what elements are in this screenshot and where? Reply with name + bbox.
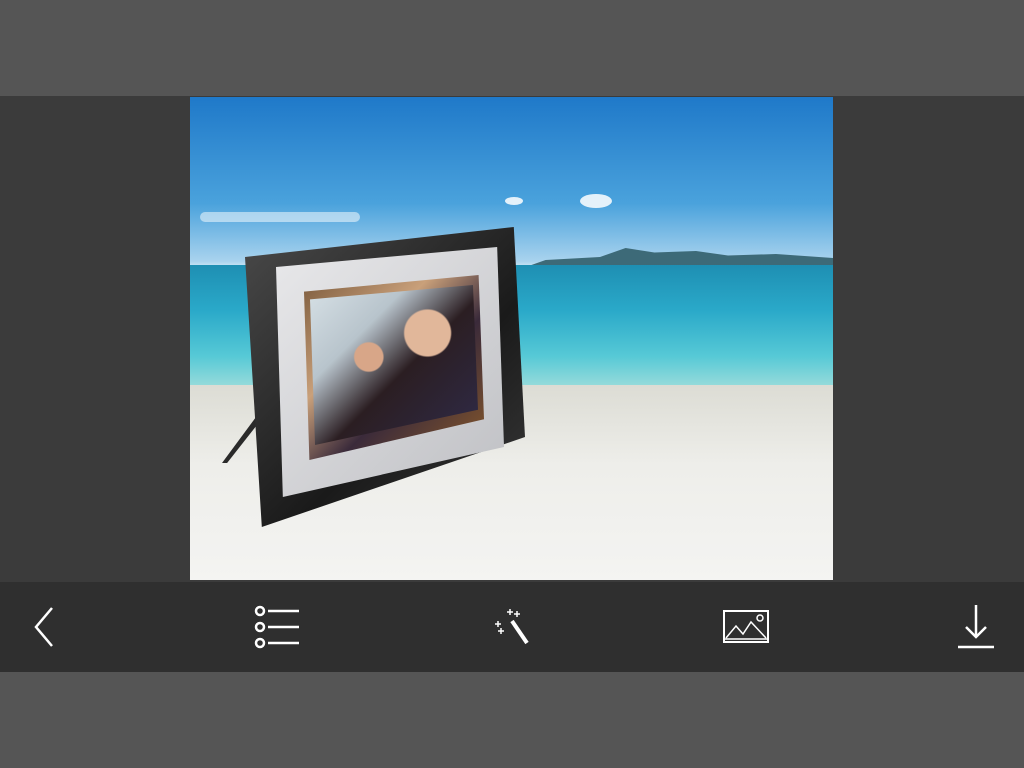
cloud — [580, 194, 612, 208]
image-icon — [723, 610, 769, 644]
download-icon — [956, 603, 996, 651]
cloud — [505, 197, 523, 205]
back-button[interactable] — [20, 604, 70, 650]
background-image-button[interactable] — [721, 604, 771, 650]
cloud — [200, 212, 360, 222]
photo-frame-preview[interactable] — [190, 97, 833, 580]
save-button[interactable] — [951, 604, 1001, 650]
back-chevron-icon — [30, 605, 60, 649]
effects-button[interactable] — [487, 604, 537, 650]
list-icon — [252, 605, 300, 649]
bottom-toolbar — [0, 582, 1024, 672]
frames-list-button[interactable] — [251, 604, 301, 650]
magic-wand-icon — [492, 607, 532, 647]
